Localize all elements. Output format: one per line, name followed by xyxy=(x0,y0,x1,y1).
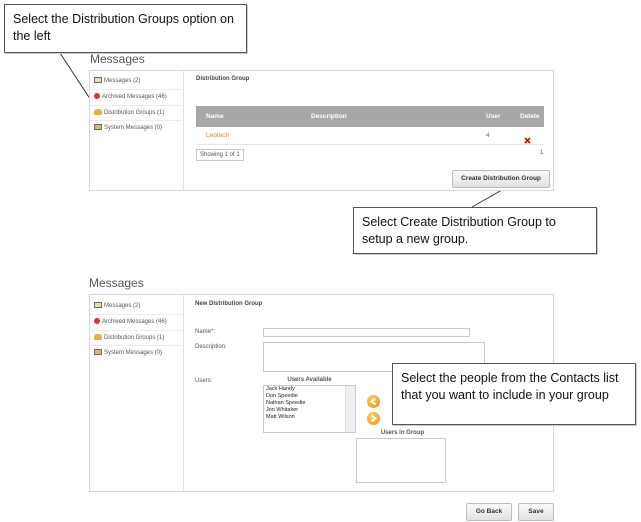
move-right-arrow-icon[interactable] xyxy=(367,412,380,425)
list-scrollbar[interactable] xyxy=(345,386,355,432)
list-item[interactable]: Matt Wilson xyxy=(264,414,355,421)
callout-2-line xyxy=(471,189,503,208)
list-item[interactable]: Jon Whitaker xyxy=(264,407,355,414)
page-number[interactable]: 1 xyxy=(540,150,543,156)
col-name[interactable]: Name xyxy=(206,106,224,127)
messages-panel: Messages (2) Archived Messages (46) Dist… xyxy=(89,70,554,191)
sidebar-item-system[interactable]: System Messages (0) xyxy=(94,348,162,358)
description-label: Description: xyxy=(195,344,227,350)
section-heading-2: New Distribution Group xyxy=(195,301,263,307)
move-left-arrow-icon[interactable] xyxy=(367,395,380,408)
users-available-label: Users Available xyxy=(287,377,332,383)
sidebar-item-archived[interactable]: Archived Messages (46) xyxy=(94,92,167,102)
system-message-icon xyxy=(94,124,102,131)
pagination-status: Showing 1 of 1 xyxy=(196,149,244,161)
group-icon xyxy=(94,334,102,341)
callout-distribution-groups: Select the Distribution Groups option on… xyxy=(4,4,247,53)
name-input[interactable] xyxy=(263,328,470,337)
archive-icon xyxy=(94,318,100,325)
users-available-list[interactable]: Jack Handy Don Speedie Nathan Speedie Jo… xyxy=(263,385,356,433)
users-in-group-list[interactable] xyxy=(356,438,446,483)
table-row: Leotech 4 xyxy=(196,128,544,145)
archive-icon xyxy=(94,93,100,100)
save-button[interactable]: Save xyxy=(518,503,554,521)
users-label: Users: xyxy=(195,378,213,384)
page-title: Messages xyxy=(90,52,145,66)
sidebar-item-messages[interactable]: Messages (2) xyxy=(94,301,140,311)
callout-select-people: Select the people from the Contacts list… xyxy=(392,363,636,425)
group-icon xyxy=(94,109,102,116)
sidebar-item-system[interactable]: System Messages (0) xyxy=(94,123,162,133)
sidebar: Messages (2) Archived Messages (46) Dist… xyxy=(90,71,184,190)
sidebar-item-archived[interactable]: Archived Messages (46) xyxy=(94,317,167,327)
envelope-icon xyxy=(94,77,102,84)
sidebar-item-distribution-groups[interactable]: Distribution Groups (1) xyxy=(94,333,164,343)
sidebar-item-distribution-groups[interactable]: Distribution Groups (1) xyxy=(94,108,164,118)
list-item[interactable]: Don Speedie xyxy=(264,393,355,400)
group-name-link[interactable]: Leotech xyxy=(206,132,229,139)
envelope-icon xyxy=(94,302,102,309)
sidebar-item-messages[interactable]: Messages (2) xyxy=(94,76,140,86)
create-distribution-group-button[interactable]: Create Distribution Group xyxy=(452,170,550,188)
section-heading: Distribution Group xyxy=(196,76,250,82)
list-item[interactable]: Nathan Speedie xyxy=(264,400,355,407)
system-message-icon xyxy=(94,349,102,356)
table-header: Name Description User Delete xyxy=(196,106,544,127)
delete-icon[interactable] xyxy=(524,131,531,149)
col-delete: Delete xyxy=(520,113,540,120)
name-label: Name*: xyxy=(195,329,216,335)
go-back-button[interactable]: Go Back xyxy=(466,503,512,521)
col-user[interactable]: User xyxy=(486,106,500,127)
page-title-2: Messages xyxy=(89,276,144,290)
col-description[interactable]: Description xyxy=(311,106,347,127)
sidebar-2: Messages (2) Archived Messages (46) Dist… xyxy=(90,295,184,491)
callout-create-group: Select Create Distribution Group to setu… xyxy=(353,207,597,254)
users-in-group-label: Users in Group xyxy=(380,430,425,436)
list-item[interactable]: Jack Handy xyxy=(264,386,355,393)
group-user-count: 4 xyxy=(486,132,490,139)
